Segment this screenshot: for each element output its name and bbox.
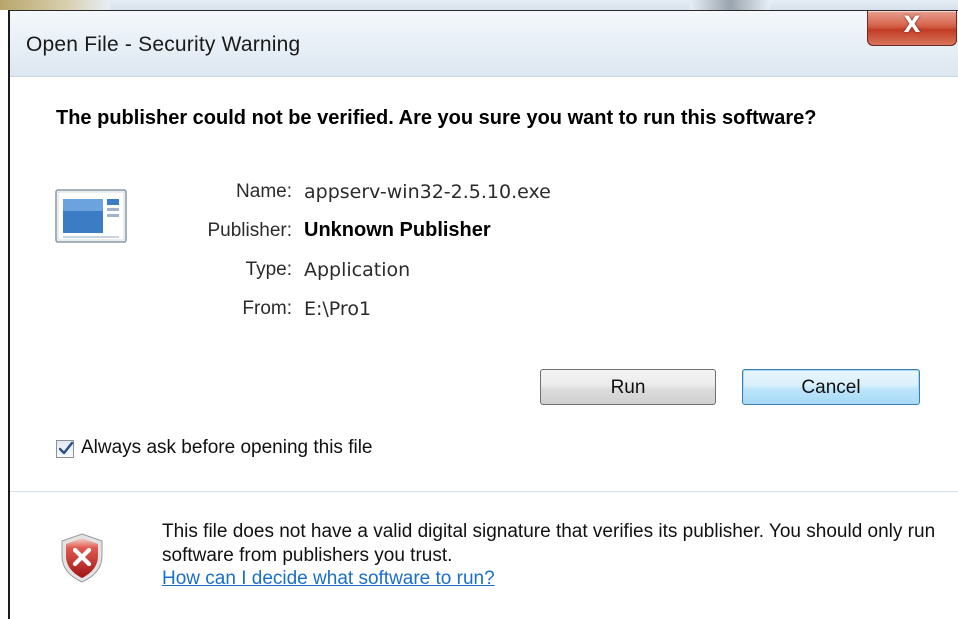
run-button[interactable]: Run: [540, 369, 716, 405]
always-ask-checkbox[interactable]: [56, 440, 74, 458]
cancel-button[interactable]: Cancel: [742, 369, 920, 405]
from-label: From:: [242, 298, 292, 319]
footer-panel: This file does not have a valid digital …: [10, 492, 958, 619]
background-window-strip: [0, 0, 958, 10]
application-window-icon: [55, 189, 127, 243]
from-value: E:\Pro1: [304, 298, 372, 320]
type-value: Application: [304, 259, 411, 281]
name-value: appserv-win32-2.5.10.exe: [304, 181, 551, 203]
help-link[interactable]: How can I decide what software to run?: [162, 568, 495, 590]
close-button[interactable]: X: [867, 11, 957, 46]
publisher-label: Publisher:: [207, 220, 293, 241]
background-window-fragment: [690, 0, 770, 10]
window-title: Open File - Security Warning: [26, 33, 301, 56]
publisher-value: Unknown Publisher: [304, 219, 491, 241]
checkmark-icon: [58, 441, 74, 455]
close-icon: X: [903, 13, 921, 38]
screen: Open File - Security Warning X The publi…: [0, 0, 958, 619]
name-label: Name:: [236, 181, 292, 202]
security-warning-dialog: Open File - Security Warning X The publi…: [8, 10, 958, 619]
title-bar[interactable]: Open File - Security Warning X: [10, 11, 958, 77]
dialog-content: The publisher could not be verified. Are…: [10, 77, 958, 477]
warning-heading: The publisher could not be verified. Are…: [56, 107, 817, 129]
type-label: Type:: [245, 259, 292, 280]
always-ask-label[interactable]: Always ask before opening this file: [81, 437, 373, 459]
signature-warning-text: This file does not have a valid digital …: [162, 521, 936, 566]
security-shield-error-icon: [58, 532, 106, 584]
background-window-fragment: [0, 0, 110, 10]
